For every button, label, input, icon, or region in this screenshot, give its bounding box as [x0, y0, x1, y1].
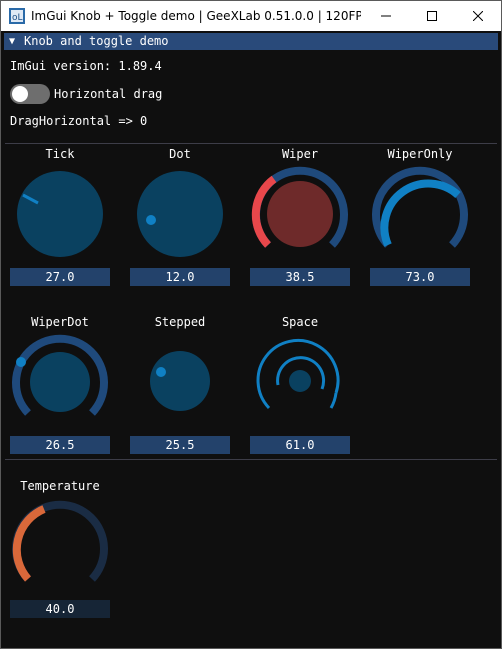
imgui-canvas: ▼ Knob and toggle demo ImGui version: 1.…	[1, 31, 501, 648]
maximize-icon	[427, 11, 437, 21]
window-title: ImGui Knob + Toggle demo | GeeXLab 0.51.…	[31, 9, 361, 23]
close-button[interactable]	[455, 1, 501, 31]
separator	[5, 143, 497, 144]
title-bar[interactable]: oL ImGui Knob + Toggle demo | GeeXLab 0.…	[1, 1, 501, 31]
minimize-button[interactable]	[363, 1, 409, 31]
wiperonly-value-field[interactable]: 73.0	[370, 268, 470, 286]
app-window: oL ImGui Knob + Toggle demo | GeeXLab 0.…	[0, 0, 502, 649]
temperature-value-field[interactable]: 40.0	[10, 600, 110, 618]
svg-text:oL: oL	[12, 13, 23, 23]
maximize-button[interactable]	[409, 1, 455, 31]
close-icon	[473, 11, 483, 21]
temperature-knob[interactable]	[10, 497, 110, 597]
knob-label-wiper: Wiper	[281, 147, 319, 161]
tick-value-field[interactable]: 27.0	[10, 268, 110, 286]
wiperdot-knob[interactable]	[10, 331, 110, 431]
knob-label-tick: Tick	[45, 147, 75, 161]
space-knob[interactable]	[250, 331, 350, 431]
wiperonly-knob[interactable]	[370, 163, 470, 263]
toggle-knob	[12, 86, 28, 102]
collapse-arrow-icon: ▼	[9, 36, 16, 47]
knob-label-wiperonly: WiperOnly	[387, 147, 453, 161]
dot-knob[interactable]	[130, 163, 230, 263]
knob-label-temperature: Temperature	[20, 479, 100, 493]
geexlab-app-icon: oL	[9, 8, 25, 24]
space-value-field[interactable]: 61.0	[250, 436, 350, 454]
stepped-value-field[interactable]: 25.5	[130, 436, 230, 454]
knob-label-wiperdot: WiperDot	[31, 315, 89, 329]
header-label: Knob and toggle demo	[24, 34, 169, 48]
wiper-knob[interactable]	[250, 163, 350, 263]
horizontal-drag-toggle[interactable]	[10, 84, 50, 104]
wiper-value-field[interactable]: 38.5	[250, 268, 350, 286]
separator	[5, 459, 497, 460]
knob-label-dot: Dot	[169, 147, 191, 161]
version-text: ImGui version: 1.89.4	[10, 59, 162, 73]
tick-knob[interactable]	[10, 163, 110, 263]
minimize-icon	[381, 15, 391, 17]
toggle-label: Horizontal drag	[54, 87, 163, 101]
knob-label-stepped: Stepped	[154, 315, 206, 329]
drag-status-text: DragHorizontal => 0	[10, 114, 148, 128]
knob-label-space: Space	[281, 315, 319, 329]
stepped-knob[interactable]	[130, 331, 230, 431]
dot-value-field[interactable]: 12.0	[130, 268, 230, 286]
wiperdot-value-field[interactable]: 26.5	[10, 436, 110, 454]
collapsing-header[interactable]: ▼ Knob and toggle demo	[4, 33, 498, 50]
